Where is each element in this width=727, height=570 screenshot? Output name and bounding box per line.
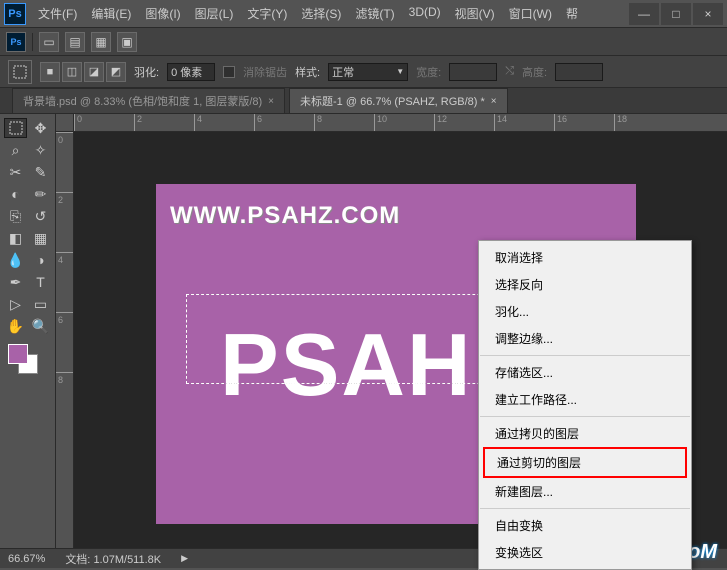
healing-brush-tool[interactable]: ◐ — [4, 184, 27, 204]
tab-label: 未标题-1 @ 66.7% (PSAHZ, RGB/8) * — [300, 93, 485, 109]
status-arrow-icon[interactable]: ▶ — [181, 553, 188, 564]
blur-tool[interactable]: 💧 — [4, 250, 27, 270]
minimize-button[interactable]: — — [629, 3, 659, 25]
tab-label: 背景墙.psd @ 8.33% (色相/饱和度 1, 图层蒙版/8) — [23, 93, 262, 109]
style-label: 样式: — [295, 64, 320, 80]
app-logo: Ps — [4, 3, 26, 25]
tab-close-icon[interactable]: × — [491, 96, 497, 107]
context-separator — [480, 508, 690, 509]
close-window-button[interactable]: × — [693, 3, 723, 25]
ruler-origin[interactable] — [56, 114, 74, 132]
antialias-label: 消除锯齿 — [243, 64, 287, 80]
menu-帮[interactable]: 帮 — [560, 3, 584, 24]
menu-视图(V)[interactable]: 视图(V) — [449, 3, 501, 24]
menu-窗口(W)[interactable]: 窗口(W) — [503, 3, 558, 24]
width-label: 宽度: — [416, 64, 441, 80]
title-bar: Ps 文件(F)编辑(E)图像(I)图层(L)文字(Y)选择(S)滤镜(T)3D… — [0, 0, 727, 28]
maximize-button[interactable]: □ — [661, 3, 691, 25]
context-item[interactable]: 自由变换 — [479, 512, 691, 539]
menu-3D(D)[interactable]: 3D(D) — [403, 3, 447, 24]
menu-文字(Y)[interactable]: 文字(Y) — [241, 3, 293, 24]
document-tab[interactable]: 背景墙.psd @ 8.33% (色相/饱和度 1, 图层蒙版/8) × — [12, 88, 285, 113]
context-menu: 取消选择选择反向羽化...调整边缘... 存储选区...建立工作路径... 通过拷贝… — [478, 240, 692, 570]
shape-tool[interactable]: ▭ — [29, 294, 52, 314]
ruler-vertical[interactable]: 02468 — [56, 132, 74, 548]
context-item[interactable]: 通过拷贝的图层 — [479, 420, 691, 447]
dodge-tool[interactable]: ◑ — [29, 250, 52, 270]
context-item[interactable]: 调整边缘... — [479, 325, 691, 352]
style-dropdown[interactable]: 正常 ▼ — [328, 63, 408, 81]
context-item[interactable]: 存储选区... — [479, 359, 691, 386]
eyedropper-tool[interactable]: ✎ — [29, 162, 52, 182]
document-tabs: 背景墙.psd @ 8.33% (色相/饱和度 1, 图层蒙版/8)×未标题-1… — [0, 88, 727, 114]
screen-mode-icon[interactable]: ▣ — [117, 32, 137, 52]
doc-icon[interactable]: ▤ — [65, 32, 85, 52]
menu-滤镜(T)[interactable]: 滤镜(T) — [349, 3, 400, 24]
context-item[interactable]: 建立工作路径... — [479, 386, 691, 413]
intersect-selection-icon[interactable]: ◩ — [106, 62, 126, 82]
add-selection-icon[interactable]: ◫ — [62, 62, 82, 82]
color-swatches[interactable] — [4, 344, 52, 382]
ruler-horizontal[interactable]: 024681012141618 — [74, 114, 727, 132]
magic-wand-tool[interactable]: ✧ — [29, 140, 52, 160]
type-tool[interactable]: T — [29, 272, 52, 292]
canvas-headline: PSAH — [220, 314, 473, 416]
new-selection-icon[interactable]: ■ — [40, 62, 60, 82]
pen-tool[interactable]: ✒ — [4, 272, 27, 292]
menu-编辑(E)[interactable]: 编辑(E) — [85, 3, 137, 24]
zoom-level[interactable]: 66.67% — [8, 553, 45, 565]
ps-mini-icon[interactable]: Ps — [6, 32, 26, 52]
context-item[interactable]: 变换选区 — [479, 539, 691, 566]
gradient-tool[interactable]: ▦ — [29, 228, 52, 248]
menu-文件(F)[interactable]: 文件(F) — [32, 3, 83, 24]
eraser-tool[interactable]: ◧ — [4, 228, 27, 248]
context-item[interactable]: 羽化... — [479, 298, 691, 325]
subtract-selection-icon[interactable]: ◪ — [84, 62, 104, 82]
brush-tool[interactable]: ✏ — [29, 184, 52, 204]
path-selection-tool[interactable]: ▷ — [4, 294, 27, 314]
tools-panel: ✥ ⌕ ✧ ✂ ✎ ◐ ✏ ⎘ ↺ ◧ ▦ 💧 ◑ ✒ T ▷ ▭ ✋ 🔍 — [0, 114, 56, 548]
grid-icon[interactable]: ▦ — [91, 32, 111, 52]
menu-选择(S)[interactable]: 选择(S) — [295, 3, 347, 24]
hand-tool[interactable]: ✋ — [4, 316, 27, 336]
document-tab[interactable]: 未标题-1 @ 66.7% (PSAHZ, RGB/8) * × — [289, 88, 508, 113]
history-brush-tool[interactable]: ↺ — [29, 206, 52, 226]
doc-size-value: 1.07M/511.8K — [93, 554, 161, 566]
window-arrange-icon[interactable]: ▭ — [39, 32, 59, 52]
doc-size-label: 文档: — [65, 554, 90, 566]
options-bar: ■ ◫ ◪ ◩ 羽化: 消除锯齿 样式: 正常 ▼ 宽度: ⤭ 高度: — [0, 56, 727, 88]
clone-stamp-tool[interactable]: ⎘ — [4, 206, 27, 226]
menu-图像(I)[interactable]: 图像(I) — [139, 3, 186, 24]
context-item[interactable]: 通过剪切的图层 — [481, 449, 689, 476]
context-highlight: 通过剪切的图层 — [483, 447, 687, 478]
tab-close-icon[interactable]: × — [268, 96, 274, 107]
crop-tool[interactable]: ✂ — [4, 162, 27, 182]
marquee-tool-preset-icon[interactable] — [8, 60, 32, 84]
menu-图层(L)[interactable]: 图层(L) — [189, 3, 240, 24]
move-tool[interactable]: ✥ — [29, 118, 52, 138]
menu-bar: 文件(F)编辑(E)图像(I)图层(L)文字(Y)选择(S)滤镜(T)3D(D)… — [32, 3, 584, 24]
antialias-checkbox[interactable] — [223, 66, 235, 78]
context-separator — [480, 355, 690, 356]
zoom-tool[interactable]: 🔍 — [29, 316, 52, 336]
app-toolbar: Ps ▭ ▤ ▦ ▣ — [0, 28, 727, 56]
feather-input[interactable] — [167, 63, 215, 81]
height-label: 高度: — [522, 64, 547, 80]
context-item[interactable]: 新建图层... — [479, 478, 691, 505]
feather-label: 羽化: — [134, 64, 159, 80]
style-value: 正常 — [332, 64, 354, 80]
marquee-tool[interactable] — [4, 118, 27, 138]
foreground-color[interactable] — [8, 344, 28, 364]
height-input — [555, 63, 603, 81]
width-input — [449, 63, 497, 81]
chevron-down-icon: ▼ — [396, 67, 404, 76]
watermark-text: WWW.PSAHZ.COM — [170, 202, 400, 230]
context-separator — [480, 416, 690, 417]
lasso-tool[interactable]: ⌕ — [4, 140, 27, 160]
swap-icon[interactable]: ⤭ — [505, 65, 514, 78]
context-item[interactable]: 选择反向 — [479, 271, 691, 298]
context-item[interactable]: 取消选择 — [479, 244, 691, 271]
